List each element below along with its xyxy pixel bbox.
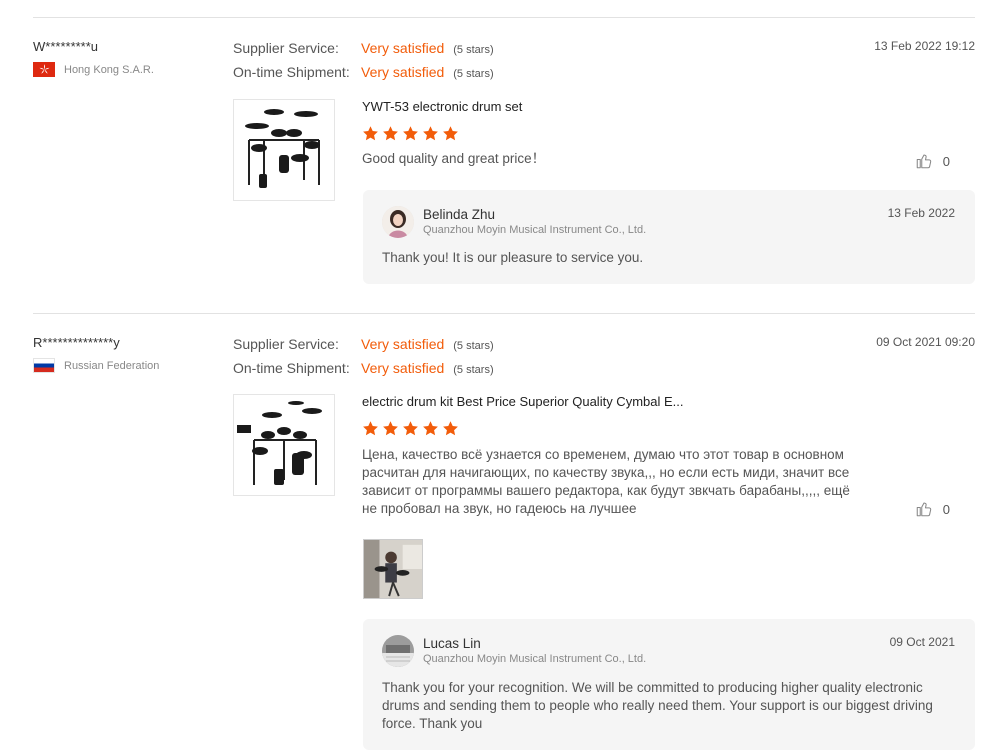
reply-company: Quanzhou Moyin Musical Instrument Co., L… [423,224,647,236]
country-name: Russian Federation [64,359,160,372]
reply-date: 13 Feb 2022 [887,206,955,220]
thumbs-up-icon [916,154,931,169]
reviewer-name: R**************y [33,335,120,350]
like-count: 0 [942,501,950,517]
drum-kit-image [237,401,322,485]
avatar [382,635,414,667]
star-icon [423,421,438,436]
review-text: Цена, качество всё узнается со временем,… [362,447,850,516]
supplier-service-value: Very satisfied [361,336,445,352]
product-rating-stars [362,420,459,437]
star-icon [403,126,418,141]
review-date: 09 Oct 2021 09:20 [876,335,975,349]
reply-date: 09 Oct 2021 [889,635,955,649]
reviewer-info: W*********u Hong Kong S.A.R. [33,39,223,77]
reviewer-country: Hong Kong S.A.R. [33,62,223,77]
shipment-rating: On-time Shipment: Very satisfied (5 star… [233,360,494,376]
product-title[interactable]: electric drum kit Best Price Superior Qu… [362,394,684,409]
review-photo-image [364,540,422,598]
review-card: R**************y Russian Federation Supp… [33,313,975,755]
reply-text: Thank you for your recognition. We will … [382,680,933,731]
like-button[interactable]: 0 [915,152,950,170]
supplier-service-value: Very satisfied [361,40,445,56]
reviewer-info: R**************y Russian Federation [33,335,223,373]
supplier-reply: Belinda Zhu Quanzhou Moyin Musical Instr… [363,190,975,284]
star-icon [363,126,378,141]
review-date: 13 Feb 2022 19:12 [874,39,975,53]
product-title[interactable]: YWT-53 electronic drum set [362,99,522,114]
supplier-service-rating: Supplier Service: Very satisfied (5 star… [233,336,494,352]
shipment-label: On-time Shipment: [233,360,350,376]
avatar [382,206,414,238]
reply-company: Quanzhou Moyin Musical Instrument Co., L… [423,653,647,665]
like-button[interactable]: 0 [915,500,950,518]
supplier-reply: Lucas Lin Quanzhou Moyin Musical Instrum… [363,619,975,750]
shipment-rating: On-time Shipment: Very satisfied (5 star… [233,64,494,80]
shipment-value: Very satisfied [361,64,445,80]
star-icon [363,421,378,436]
review-card: W*********u Hong Kong S.A.R. Supplier Se… [33,17,975,313]
shipment-value: Very satisfied [361,360,445,376]
star-icon [383,421,398,436]
thumbs-up-icon [916,502,931,517]
reviewer-name: W*********u [33,39,99,54]
country-name: Hong Kong S.A.R. [64,63,154,76]
star-icon [443,126,458,141]
like-count: 0 [942,153,950,169]
star-icon [423,126,438,141]
supplier-service-stars: (5 stars) [453,44,494,56]
shipment-stars: (5 stars) [453,364,494,376]
star-icon [443,421,458,436]
shipment-label: On-time Shipment: [233,64,350,80]
reply-author-name: Lucas Lin [423,636,481,651]
supplier-service-label: Supplier Service: [233,336,339,352]
product-thumbnail[interactable] [233,99,335,201]
drum-kit-image [245,109,320,188]
review-text: Good quality and great price！ [362,151,546,166]
reply-author-name: Belinda Zhu [423,207,496,222]
star-icon [403,421,418,436]
review-photo[interactable] [363,539,423,599]
product-thumbnail[interactable] [233,394,335,496]
star-icon [383,126,398,141]
supplier-service-label: Supplier Service: [233,40,339,56]
reply-text: Thank you! It is our pleasure to service… [382,250,644,265]
shipment-stars: (5 stars) [453,68,494,80]
supplier-service-rating: Supplier Service: Very satisfied (5 star… [233,40,494,56]
hong-kong-flag-icon [33,62,55,77]
reviewer-country: Russian Federation [33,358,223,373]
russia-flag-icon [33,358,55,373]
supplier-service-stars: (5 stars) [453,340,494,352]
product-rating-stars [362,125,459,142]
